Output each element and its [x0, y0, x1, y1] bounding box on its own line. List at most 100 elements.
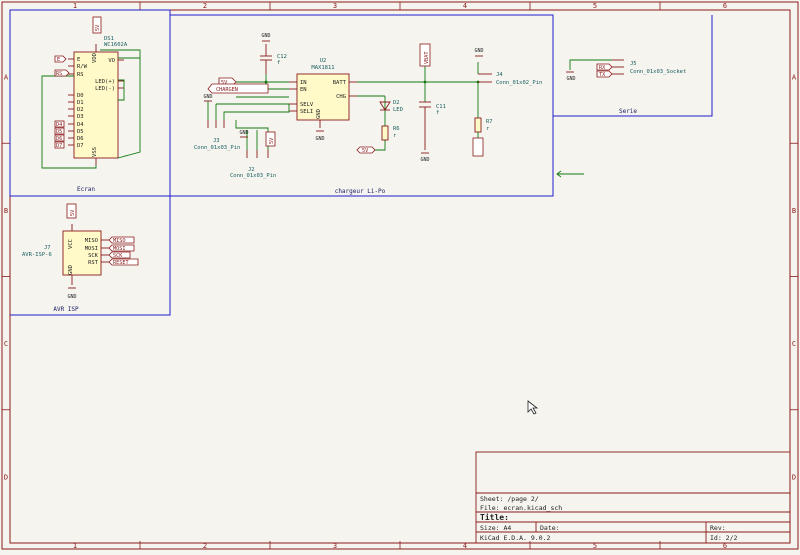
- ds1-pin-label: R/W: [77, 64, 88, 70]
- svg-text:E: E: [57, 57, 60, 63]
- ds1-label-e: E: [54, 55, 67, 63]
- label-rx: RX: [596, 63, 613, 71]
- ds1-pin-label: D6: [77, 136, 84, 142]
- ds1-pin-label: D1: [77, 100, 84, 106]
- zone-col-top: 5: [593, 2, 597, 10]
- schematic-canvas[interactable]: 112233445566A AB BC CD D Ecran chargeur Li-P…: [0, 0, 800, 551]
- title-block[interactable]: Sheet: /page 2/ File: ecran.kicad_sch Ti…: [475, 451, 791, 544]
- svg-text:RX: RX: [599, 65, 606, 71]
- component-c11[interactable]: C11 f: [419, 101, 446, 150]
- svg-text:f: f: [436, 110, 439, 116]
- tb-sheet: Sheet: /page 2/: [480, 495, 539, 503]
- isp-net-label: MISO: [108, 236, 135, 244]
- zone-col-bottom: 3: [333, 542, 337, 550]
- component-d2[interactable]: D2 LED: [379, 100, 403, 113]
- gnd-c12: GND: [261, 33, 270, 39]
- zone-row-right: B: [792, 207, 796, 215]
- ds1-pin-label: D0: [77, 93, 84, 99]
- svg-text:J4: J4: [496, 72, 503, 78]
- zone-col-bottom: 1: [73, 542, 77, 550]
- zone-row-left: D: [4, 473, 8, 481]
- zone-col-top: 6: [723, 2, 727, 10]
- ds1-pin-label: D3: [77, 114, 84, 120]
- tb-size: Size: A4: [480, 524, 511, 532]
- svg-text:GND: GND: [68, 265, 74, 275]
- svg-text:D7: D7: [56, 143, 62, 149]
- tb-id: Id: 2/2: [710, 534, 737, 542]
- ds1-pin-vss: VSS: [92, 147, 98, 157]
- block-ecran-label: Ecran: [77, 186, 95, 193]
- svg-text:RESET: RESET: [113, 260, 129, 266]
- ds1-label-5v: 5V: [92, 16, 102, 34]
- svg-text:GND: GND: [316, 109, 322, 119]
- tb-date: Date:: [540, 524, 560, 532]
- outer-frame: [1, 1, 799, 550]
- svg-text:LED: LED: [393, 107, 403, 113]
- svg-text:J3: J3: [213, 138, 220, 144]
- zone-col-top: 4: [463, 2, 467, 10]
- zone-col-bottom: 4: [463, 542, 467, 550]
- svg-text:5V: 5V: [269, 138, 275, 144]
- zone-row-left: C: [4, 340, 8, 348]
- gnd-j3: GND: [203, 94, 212, 100]
- u2-pin-label: IN: [300, 80, 307, 86]
- tb-title: Title:: [480, 512, 509, 522]
- gnd-isp: GND: [67, 294, 76, 300]
- j7-pin-label: SCK: [88, 253, 99, 259]
- svg-text:Conn_01x03_Socket: Conn_01x03_Socket: [630, 69, 686, 75]
- component-j5[interactable]: J5 Conn_01x03_Socket: [612, 59, 686, 75]
- svg-text:TX: TX: [599, 72, 606, 78]
- component-j7[interactable]: J7 AVR-ISP-6 MISO MOSISCKRST VCC GND: [22, 224, 109, 285]
- zone-col-top: 3: [333, 2, 337, 10]
- ds1-data-labels: D4D5D6D7: [54, 120, 65, 149]
- ds1-pin-label: D4: [77, 122, 84, 128]
- component-c12[interactable]: C12 f: [260, 44, 287, 74]
- svg-text:VCC: VCC: [68, 239, 74, 249]
- zone-row-right: D: [792, 473, 796, 481]
- svg-text:Conn_01x03_Pin: Conn_01x03_Pin: [230, 173, 276, 179]
- u2-pin-label: BATT: [333, 80, 347, 86]
- tb-tool: KiCad E.D.A. 9.0.2: [480, 534, 551, 542]
- svg-text:MOSI: MOSI: [113, 246, 126, 252]
- j7-pin-label: MOSI: [85, 246, 98, 252]
- svg-text:5V: 5V: [70, 210, 76, 216]
- component-j4[interactable]: J4 Conn_01x02_Pin: [478, 72, 542, 86]
- u2-pin-label: SELI: [300, 109, 313, 115]
- svg-text:D2: D2: [393, 100, 400, 106]
- ds1-pin-label: D2: [77, 107, 84, 113]
- component-ds1[interactable]: DS1 WC1602A ER/WRSD0D1D2D3D4D5D6D7 VOLED…: [68, 36, 128, 165]
- ds1-pin-label: LED(-): [95, 86, 115, 92]
- component-j3[interactable]: J3 Conn_01x03_Pin: [194, 120, 240, 151]
- schematic-sheet[interactable]: 112233445566AABBCCDD Ecran chargeur Li-P…: [0, 0, 800, 551]
- svg-text:D4: D4: [56, 122, 62, 128]
- label-r7-bottom: [472, 137, 484, 157]
- isp-net-label: RESET: [108, 258, 139, 266]
- label-chargen: CHARGEN: [207, 83, 269, 94]
- svg-text:Conn_01x02_Pin: Conn_01x02_Pin: [496, 80, 542, 86]
- component-r7[interactable]: R7 r: [474, 117, 493, 133]
- zone-row-right: C: [792, 340, 796, 348]
- u2-pin-label: EN: [300, 87, 307, 93]
- ds1-pin-label: VO: [108, 58, 115, 64]
- svg-text:VBAT: VBAT: [424, 52, 430, 65]
- ds1-pin-label: D7: [77, 143, 84, 149]
- isp-net-labels: MISO MOSISCKRESET: [108, 236, 139, 266]
- block-chargeur-label: chargeur Li-Po: [335, 188, 386, 195]
- inner-frame: [9, 9, 791, 544]
- svg-text:J5: J5: [630, 61, 637, 67]
- u2-value: MAX1811: [311, 65, 334, 71]
- ds1-pin-label: LED(+): [95, 79, 115, 85]
- ds1-pin-label: E: [77, 57, 80, 63]
- svg-text:R6: R6: [393, 126, 400, 132]
- zone-col-top: 2: [203, 2, 207, 10]
- ds1-value: WC1602A: [104, 42, 128, 48]
- block-chargeur[interactable]: chargeur Li-Po: [170, 14, 554, 197]
- component-r6[interactable]: R6 r: [381, 125, 400, 141]
- ds1-net-label: D4: [54, 120, 65, 128]
- gnd-c11: GND: [420, 157, 429, 163]
- component-j2[interactable]: J2 Conn_01x03_Pin: [230, 150, 276, 179]
- svg-text:f: f: [277, 60, 280, 66]
- ds1-net-label: D7: [54, 141, 65, 149]
- component-u2[interactable]: U2 MAX1811 INEN SELVSELI BATT CHG GND: [289, 58, 357, 128]
- ds1-pin-vdd: VDD: [92, 53, 98, 63]
